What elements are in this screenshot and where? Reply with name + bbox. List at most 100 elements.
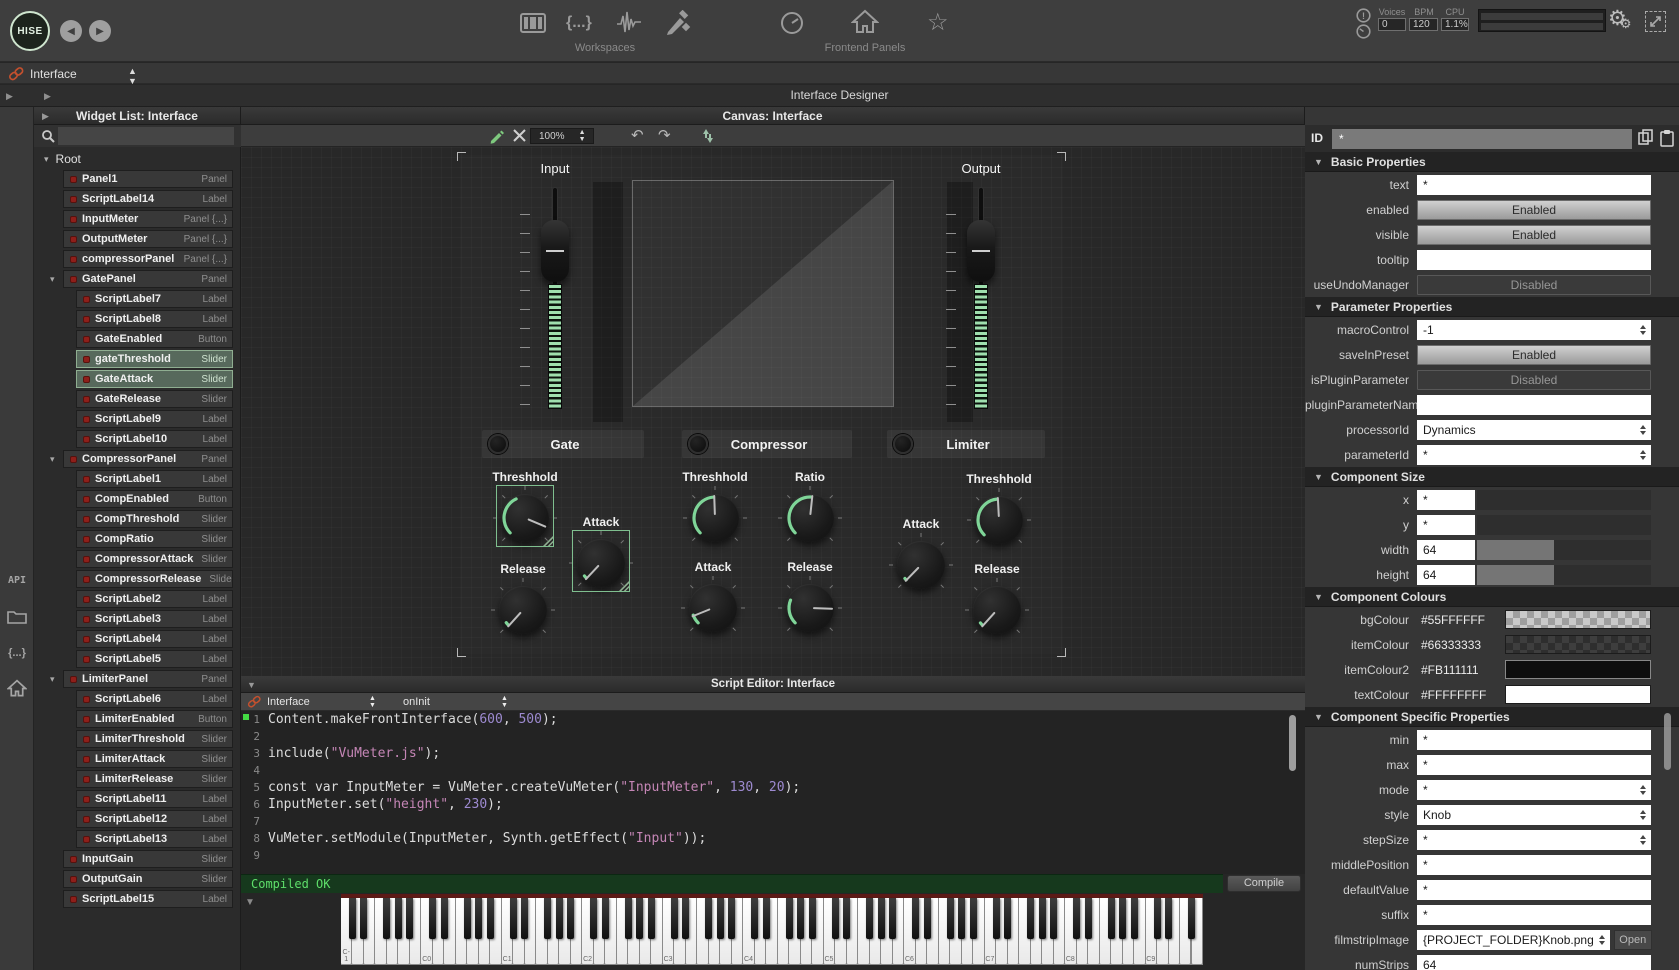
- size-slider-width[interactable]: [1477, 540, 1651, 560]
- widget-list-header[interactable]: ▶ Widget List: Interface: [34, 107, 241, 125]
- black-key[interactable]: [487, 898, 494, 939]
- sampler-workspace-icon[interactable]: [616, 10, 642, 36]
- widget-item-gateThreshold[interactable]: gateThresholdSlider: [76, 350, 233, 368]
- callback-spinner-icon[interactable]: ▲▼: [501, 695, 508, 709]
- canvas-header[interactable]: Canvas: Interface: [241, 107, 1305, 125]
- open-file-button[interactable]: Open: [1614, 930, 1652, 950]
- widget-item-ScriptLabel3[interactable]: ScriptLabel3Label: [76, 610, 233, 628]
- id-input[interactable]: *: [1332, 129, 1632, 149]
- spinner-icon[interactable]: [1635, 810, 1651, 820]
- fader-handle[interactable]: [541, 220, 569, 282]
- black-key[interactable]: [717, 898, 724, 939]
- hise-logo[interactable]: HISE: [10, 11, 50, 51]
- black-key[interactable]: [889, 898, 896, 939]
- black-key[interactable]: [441, 898, 448, 939]
- property-toggle-enabled[interactable]: Enabled: [1417, 200, 1651, 220]
- black-key[interactable]: [360, 898, 367, 939]
- black-key[interactable]: [464, 898, 471, 939]
- black-key[interactable]: [1119, 898, 1126, 939]
- black-key[interactable]: [1085, 898, 1092, 939]
- black-key[interactable]: [1131, 898, 1138, 939]
- black-key[interactable]: [671, 898, 678, 939]
- section-header[interactable]: ▼Component Specific Properties: [1305, 707, 1679, 727]
- black-key[interactable]: [1073, 898, 1080, 939]
- callback-select[interactable]: onInit: [403, 696, 430, 708]
- black-key[interactable]: [429, 898, 436, 939]
- black-key[interactable]: [395, 898, 402, 939]
- collapse-caret-icon[interactable]: ▾: [50, 674, 55, 685]
- property-toggle-visible[interactable]: Enabled: [1417, 225, 1651, 245]
- black-key[interactable]: [751, 898, 758, 939]
- widget-item-LimiterEnabled[interactable]: LimiterEnabledButton: [76, 710, 233, 728]
- size-slider-height[interactable]: [1477, 565, 1651, 585]
- black-key[interactable]: [625, 898, 632, 939]
- spinner-icon[interactable]: [1635, 785, 1651, 795]
- black-key[interactable]: [1027, 898, 1034, 939]
- spinner-icon[interactable]: [1594, 935, 1610, 945]
- canvas-area[interactable]: Input Output Gate Compressor Limiter Thr…: [241, 147, 1305, 676]
- widget-item-ScriptLabel9[interactable]: ScriptLabel9Label: [76, 410, 233, 428]
- widget-item-ScriptLabel14[interactable]: ScriptLabel14Label: [63, 190, 233, 208]
- widget-item-CompThreshold[interactable]: CompThresholdSlider: [76, 510, 233, 528]
- widget-item-LimiterRelease[interactable]: LimiterReleaseSlider: [76, 770, 233, 788]
- black-key[interactable]: [521, 898, 528, 939]
- property-input-defaultValue[interactable]: *: [1417, 880, 1651, 900]
- api-browser-item[interactable]: API: [0, 575, 34, 586]
- property-input-height[interactable]: 64: [1417, 565, 1475, 585]
- fader-handle[interactable]: [967, 220, 995, 282]
- widget-item-LimiterThreshold[interactable]: LimiterThresholdSlider: [76, 730, 233, 748]
- spinner-icon[interactable]: [1635, 425, 1651, 435]
- widget-item-CompressorRelease[interactable]: CompressorReleaseSlider: [76, 570, 233, 588]
- size-slider-x[interactable]: [1477, 490, 1651, 510]
- midi-keyboard[interactable]: C-1C0C1C2C3C4C5C6C7C8C9: [341, 894, 1203, 965]
- section-header[interactable]: ▼Component Size: [1305, 467, 1679, 487]
- paste-icon[interactable]: [1659, 129, 1675, 152]
- colour-swatch-itemColour[interactable]: [1505, 635, 1651, 654]
- script-selector-spinner-icon[interactable]: ▲▼: [128, 66, 137, 86]
- warning-icon[interactable]: !: [1356, 8, 1371, 23]
- property-dropdown-parameterId[interactable]: *: [1417, 445, 1651, 465]
- collapse-caret-icon[interactable]: ▾: [50, 274, 55, 285]
- widget-item-ScriptLabel1[interactable]: ScriptLabel1Label: [76, 470, 233, 488]
- widget-search-input[interactable]: [58, 127, 234, 145]
- star-icon[interactable]: ☆: [927, 8, 949, 37]
- widget-item-ScriptLabel10[interactable]: ScriptLabel10Label: [76, 430, 233, 448]
- property-dropdown-macroControl[interactable]: -1: [1417, 320, 1651, 340]
- back-button[interactable]: ◀: [60, 20, 82, 42]
- widget-item-OutputGain[interactable]: OutputGainSlider: [63, 870, 233, 888]
- black-key[interactable]: [406, 898, 413, 939]
- widget-item-ScriptLabel5[interactable]: ScriptLabel5Label: [76, 650, 233, 668]
- black-key[interactable]: [843, 898, 850, 939]
- black-key[interactable]: [383, 898, 390, 939]
- zoom-select[interactable]: 100% ▲▼: [530, 128, 594, 144]
- black-key[interactable]: [1050, 898, 1057, 939]
- black-key[interactable]: [786, 898, 793, 939]
- colour-swatch-textColour[interactable]: [1505, 685, 1651, 704]
- settings-gear-icon[interactable]: ⚙⚙: [1608, 8, 1631, 30]
- widget-item-ScriptLabel7[interactable]: ScriptLabel7Label: [76, 290, 233, 308]
- widget-item-InputMeter[interactable]: InputMeterPanel {...}: [63, 210, 233, 228]
- forward-button[interactable]: ▶: [89, 20, 111, 42]
- home-rail-icon[interactable]: [0, 679, 34, 703]
- widget-item-GateEnabled[interactable]: GateEnabledButton: [76, 330, 233, 348]
- property-input-text[interactable]: *: [1417, 175, 1651, 195]
- widget-item-ScriptLabel13[interactable]: ScriptLabel13Label: [76, 830, 233, 848]
- compile-button[interactable]: Compile: [1227, 875, 1301, 892]
- selected-script-name[interactable]: Interface: [30, 67, 77, 81]
- black-key[interactable]: [1154, 898, 1161, 939]
- widget-item-LimiterAttack[interactable]: LimiterAttackSlider: [76, 750, 233, 768]
- black-key[interactable]: [475, 898, 482, 939]
- widget-item-compressorPanel[interactable]: compressorPanelPanel {...}: [63, 250, 233, 268]
- script-file-spinner-icon[interactable]: ▲▼: [369, 695, 376, 709]
- widget-item-GatePanel[interactable]: GatePanelPanel: [63, 270, 233, 288]
- black-key[interactable]: [556, 898, 563, 939]
- property-input-max[interactable]: *: [1417, 755, 1651, 775]
- property-scrollbar[interactable]: [1664, 713, 1671, 770]
- rebuild-icon[interactable]: [699, 128, 714, 149]
- widget-item-ScriptLabel12[interactable]: ScriptLabel12Label: [76, 810, 233, 828]
- black-key[interactable]: [682, 898, 689, 939]
- script-editor-header[interactable]: ▼ Script Editor: Interface: [241, 676, 1305, 693]
- black-key[interactable]: [809, 898, 816, 939]
- property-input-numStrips[interactable]: 64: [1417, 955, 1651, 970]
- widget-item-ScriptLabel2[interactable]: ScriptLabel2Label: [76, 590, 233, 608]
